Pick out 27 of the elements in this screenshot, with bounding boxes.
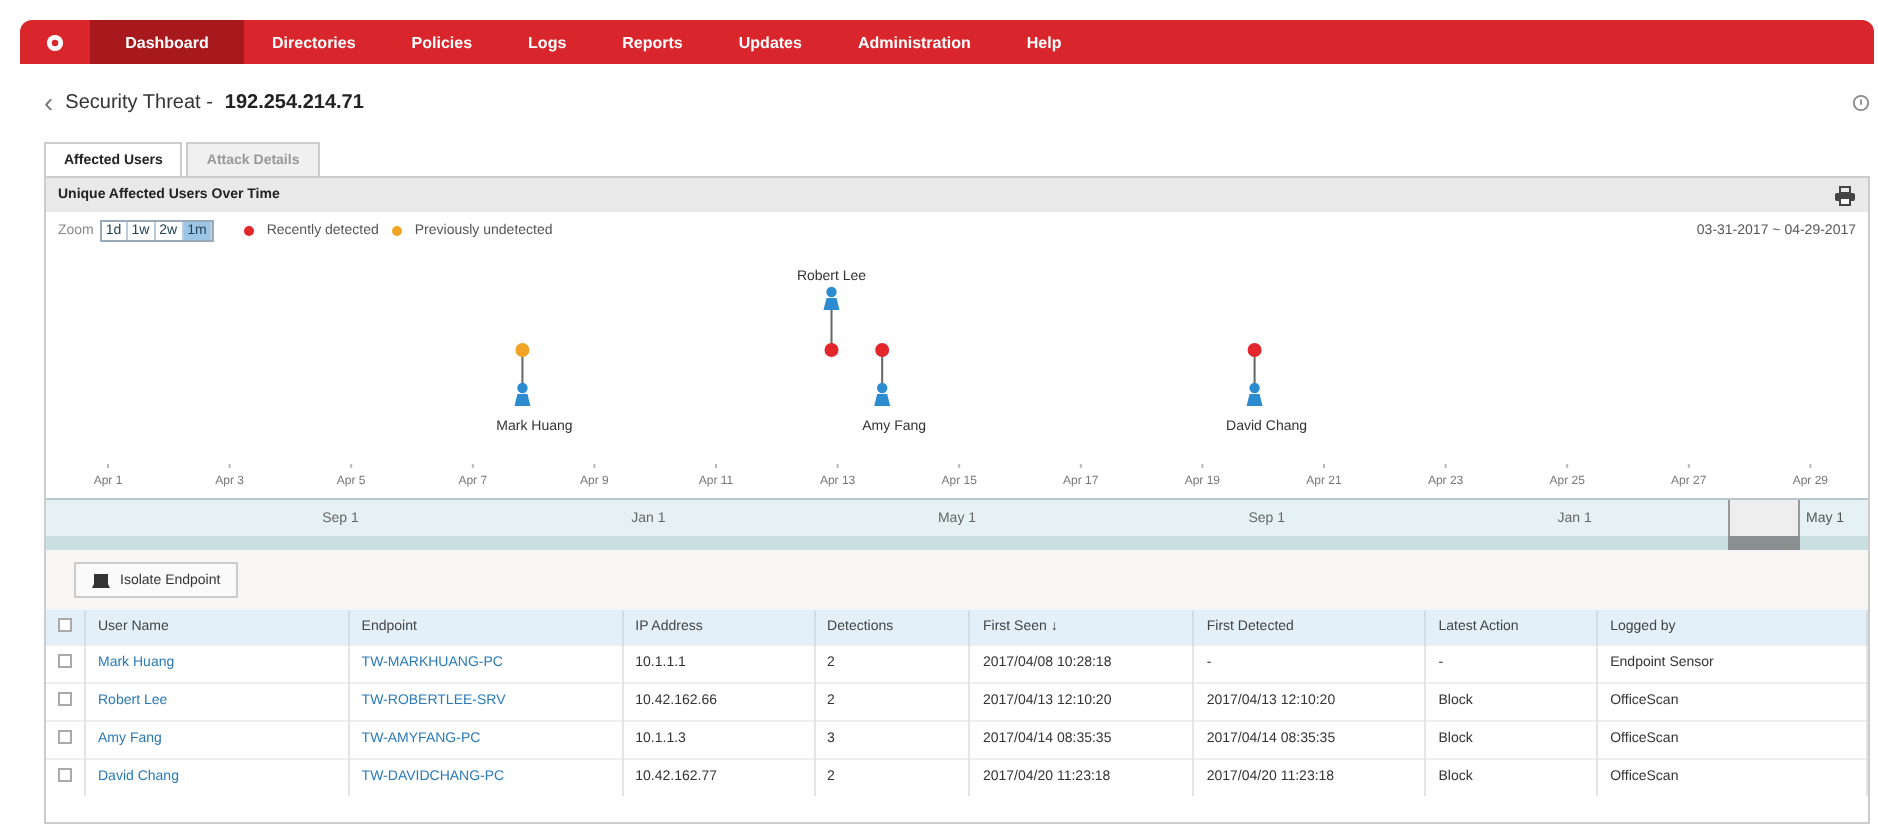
row-checkbox[interactable] xyxy=(58,730,72,744)
nav-item[interactable]: Policies xyxy=(383,20,501,64)
nav-item[interactable]: Directories xyxy=(244,20,384,64)
nav-item[interactable]: Help xyxy=(998,20,1090,64)
navigator-scrollbar[interactable] xyxy=(46,536,1868,550)
row-checkbox[interactable] xyxy=(58,768,72,783)
print-icon[interactable] xyxy=(1834,185,1856,205)
user-icon xyxy=(874,382,891,406)
nav-item[interactable]: Dashboard xyxy=(90,20,244,64)
user-icon xyxy=(514,382,531,406)
back-icon[interactable]: ‹ xyxy=(44,86,54,118)
select-all-checkbox[interactable] xyxy=(58,617,72,632)
ip-address: 192.254.214.71 xyxy=(224,91,364,113)
page-title: Security Threat - xyxy=(65,91,213,113)
row-checkbox[interactable] xyxy=(58,654,72,668)
user-icon xyxy=(1246,382,1263,406)
logo-icon xyxy=(46,33,64,51)
nav-item[interactable]: Administration xyxy=(829,20,999,64)
nav-item[interactable]: Reports xyxy=(594,20,711,64)
row-checkbox[interactable] xyxy=(58,692,72,706)
scroll-thumb[interactable] xyxy=(1728,536,1800,550)
help-icon[interactable] xyxy=(1852,93,1870,111)
nav-item[interactable]: Logs xyxy=(500,20,595,64)
nav-item[interactable]: Updates xyxy=(710,20,830,64)
user-icon xyxy=(823,286,840,310)
navigator-window[interactable] xyxy=(1728,500,1800,536)
computer-icon xyxy=(92,571,112,589)
